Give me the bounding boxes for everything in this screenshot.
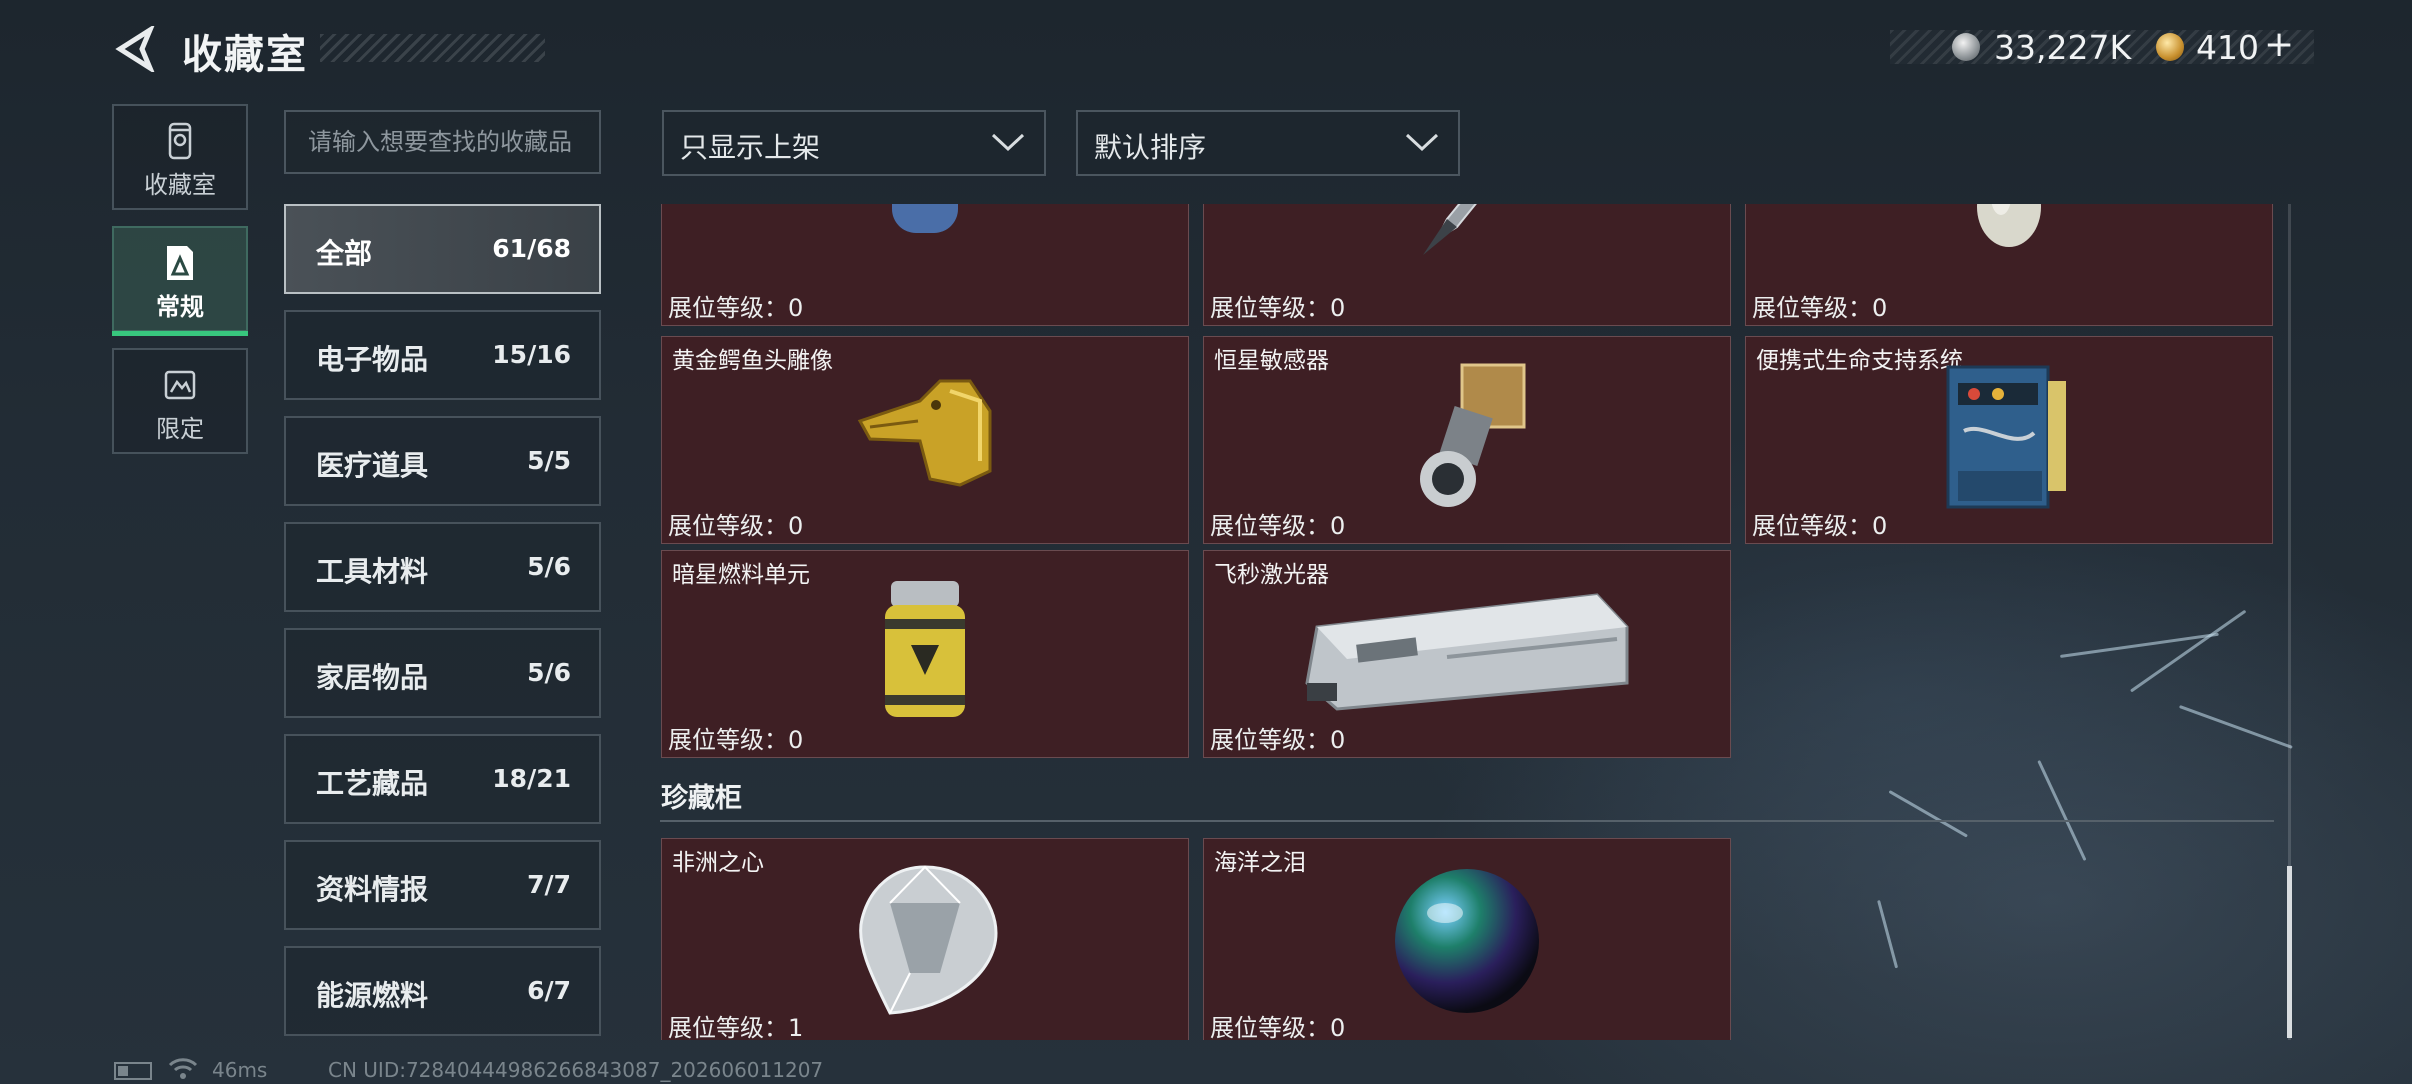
collection-item-card[interactable]: 黄金鳄鱼头雕像 展位等级：0	[661, 336, 1189, 544]
category-name: 资料情报	[316, 873, 429, 906]
treasure-item-card[interactable]: 非洲之心 展位等级：1	[661, 838, 1189, 1040]
title-decoration	[320, 34, 545, 62]
collection-item-card[interactable]: 便携式生命支持系统 展位等级：0	[1745, 336, 2273, 544]
femtosecond-laser-icon	[1305, 593, 1629, 711]
collection-item-card[interactable]: 展位等级：0	[1745, 204, 2273, 326]
porcelain-vase-icon	[1977, 204, 2041, 247]
category-crafts[interactable]: 工艺藏品 18/21	[284, 734, 601, 824]
collection-item-card[interactable]: 展位等级：0	[661, 204, 1189, 326]
category-medical[interactable]: 医疗道具 5/5	[284, 416, 601, 506]
category-count: 61/68	[492, 234, 571, 263]
chevron-down-icon	[991, 133, 1025, 152]
category-name: 家居物品	[316, 661, 429, 694]
collection-item-card[interactable]: 恒星敏感器 展位等级：0	[1203, 336, 1731, 544]
display-level: 展位等级：1	[668, 1014, 804, 1040]
category-name: 能源燃料	[316, 979, 429, 1012]
display-level: 展位等级：0	[1210, 1014, 1346, 1040]
shelf-filter-value: 只显示上架	[680, 131, 821, 164]
category-count: 7/7	[527, 870, 571, 899]
scrollbar-thumb[interactable]	[2287, 866, 2292, 1038]
nav-label: 收藏室	[144, 171, 216, 199]
section-divider	[660, 820, 2274, 822]
golden-crocodile-head-icon	[857, 379, 992, 487]
item-name: 便携式生命支持系统	[1756, 348, 1963, 374]
collection-item-card[interactable]: 暗星燃料单元 展位等级：0	[661, 550, 1189, 758]
nav-label: 常规	[156, 293, 204, 321]
section-title-treasure-cabinet: 珍藏柜	[661, 783, 742, 814]
category-name: 全部	[316, 237, 373, 270]
collection-room-icon	[168, 122, 192, 160]
category-household[interactable]: 家居物品 5/6	[284, 628, 601, 718]
wifi-icon	[168, 1058, 198, 1079]
category-intel[interactable]: 资料情报 7/7	[284, 840, 601, 930]
category-all[interactable]: 全部 61/68	[284, 204, 601, 294]
display-level: 展位等级：0	[1752, 294, 1888, 322]
category-energy[interactable]: 能源燃料 6/7	[284, 946, 601, 1036]
collection-grid[interactable]: 展位等级：0 展位等级：0 展位等级：0 黄金鳄鱼头雕像 展位等级：0 恒星敏感…	[660, 204, 2280, 1040]
back-arrow-icon	[115, 23, 156, 75]
chevron-down-icon	[1405, 133, 1439, 152]
category-count: 18/21	[492, 764, 571, 793]
category-name: 工艺藏品	[316, 767, 429, 800]
display-level: 展位等级：0	[1210, 512, 1346, 540]
item-name: 暗星燃料单元	[672, 562, 810, 588]
category-name: 电子物品	[316, 343, 429, 376]
nav-label: 限定	[156, 415, 204, 443]
category-count: 6/7	[527, 976, 571, 1005]
pearl-icon	[1395, 869, 1539, 1013]
sort-dropdown[interactable]: 默认排序	[1076, 110, 1460, 176]
shelf-filter-dropdown[interactable]: 只显示上架	[662, 110, 1046, 176]
regular-collection-icon	[167, 246, 193, 280]
category-name: 医疗道具	[316, 449, 429, 482]
item-name: 海洋之泪	[1214, 850, 1306, 876]
search-input[interactable]	[284, 110, 601, 174]
uid-text: CN UID:72840444986266843087_202606011207	[328, 1058, 824, 1082]
silver-coin-icon	[1952, 33, 1980, 61]
category-count: 5/6	[527, 552, 571, 581]
ping-value: 46ms	[212, 1058, 268, 1082]
fountain-pen-icon	[1423, 204, 1477, 255]
display-level: 展位等级：0	[1210, 294, 1346, 322]
category-count: 5/6	[527, 658, 571, 687]
display-level: 展位等级：0	[668, 512, 804, 540]
nav-regular[interactable]: 常规	[112, 226, 248, 336]
item-name: 飞秒激光器	[1214, 562, 1329, 588]
category-tools[interactable]: 工具材料 5/6	[284, 522, 601, 612]
display-level: 展位等级：0	[668, 294, 804, 322]
item-name: 黄金鳄鱼头雕像	[672, 348, 833, 374]
currency-amount-gold: 410	[2196, 28, 2259, 67]
gas-canister-icon	[892, 204, 958, 233]
item-name: 非洲之心	[672, 850, 764, 876]
category-name: 工具材料	[316, 555, 429, 588]
limited-collection-icon	[164, 370, 196, 400]
collection-item-card[interactable]: 飞秒激光器 展位等级：0	[1203, 550, 1731, 758]
display-level: 展位等级：0	[1752, 512, 1888, 540]
display-level: 展位等级：0	[668, 726, 804, 754]
nav-limited[interactable]: 限定	[112, 348, 248, 454]
item-name: 恒星敏感器	[1214, 348, 1329, 374]
fuel-cell-icon	[885, 581, 965, 717]
life-support-system-icon	[1946, 365, 2066, 509]
collection-item-card[interactable]: 展位等级：0	[1203, 204, 1731, 326]
add-currency-button[interactable]: +	[2264, 24, 2294, 65]
diamond-icon	[859, 865, 998, 1015]
category-electronics[interactable]: 电子物品 15/16	[284, 310, 601, 400]
battery-icon	[114, 1062, 152, 1080]
gold-coin-icon	[2156, 33, 2184, 61]
display-level: 展位等级：0	[1210, 726, 1346, 754]
back-button[interactable]	[112, 23, 156, 75]
category-count: 5/5	[527, 446, 571, 475]
currency-amount-silver: 33,227K	[1994, 28, 2132, 67]
page-title: 收藏室	[182, 32, 308, 78]
category-count: 15/16	[492, 340, 571, 369]
star-sensor-icon	[1420, 363, 1526, 507]
nav-collection-room[interactable]: 收藏室	[112, 104, 248, 210]
treasure-item-card[interactable]: 海洋之泪 展位等级：0	[1203, 838, 1731, 1040]
sort-value: 默认排序	[1094, 131, 1207, 164]
